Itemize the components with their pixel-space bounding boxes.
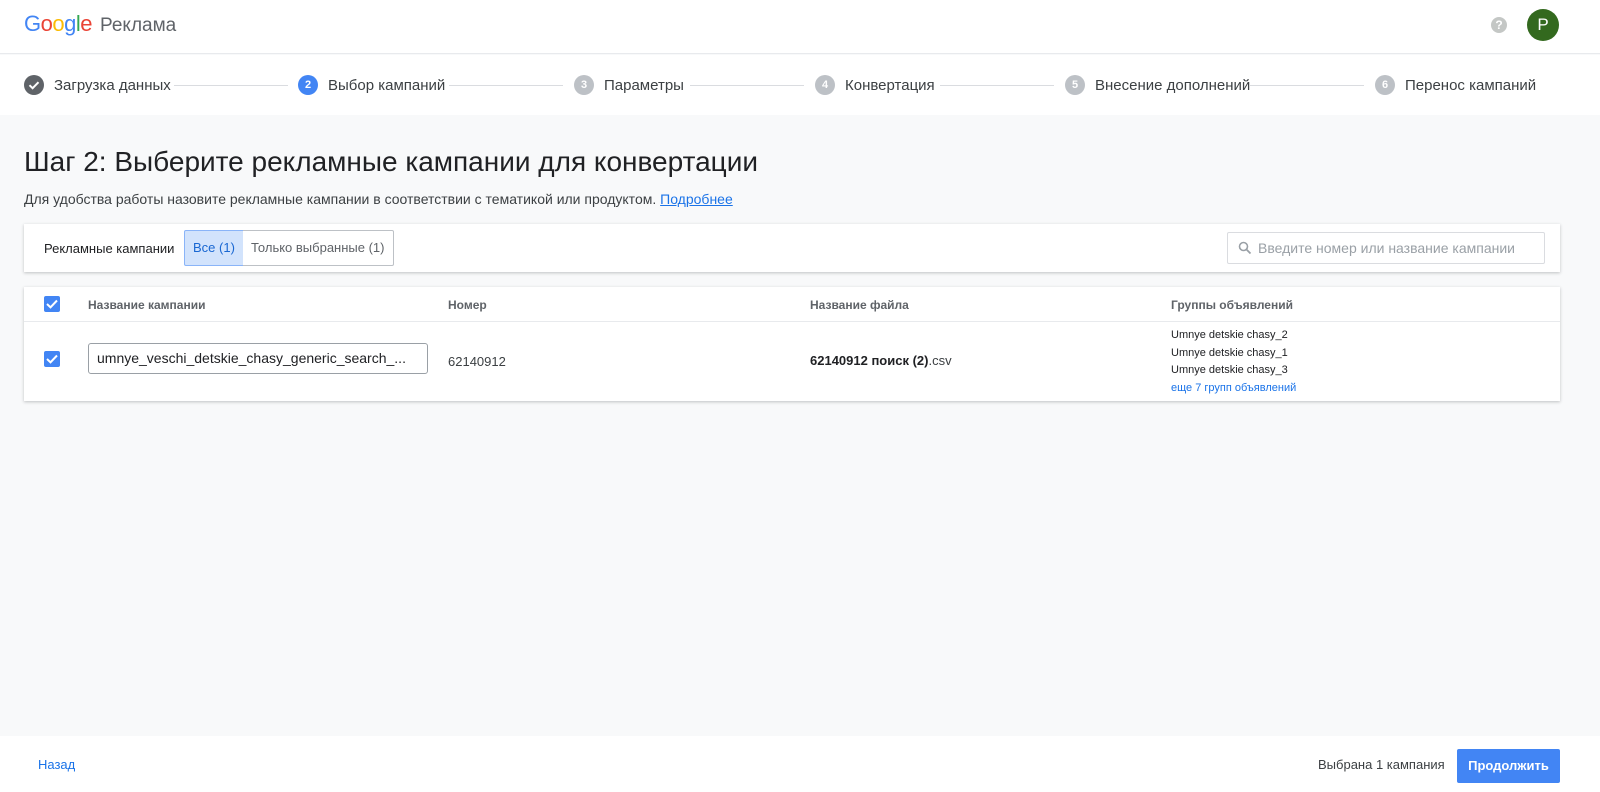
step-label: Выбор кампаний — [328, 76, 446, 94]
column-header-file[interactable]: Название файла — [810, 298, 909, 312]
check-icon — [24, 75, 44, 95]
step-label: Внесение дополнений — [1095, 76, 1251, 94]
step-parameters: 3 Параметры — [574, 75, 684, 95]
step-number: 5 — [1065, 75, 1085, 95]
help-icon[interactable]: ? — [1491, 17, 1507, 33]
google-wordmark: Google — [24, 11, 93, 36]
step-upload-data: Загрузка данных — [24, 75, 171, 95]
step-number: 2 — [298, 75, 318, 95]
select-all-checkbox[interactable] — [44, 296, 60, 312]
learn-more-link[interactable]: Подробнее — [660, 191, 733, 207]
step-connector — [449, 85, 563, 86]
header-divider — [24, 321, 1560, 322]
search-icon — [1238, 241, 1252, 255]
progress-stepper: Загрузка данных 2 Выбор кампаний 3 Парам… — [0, 55, 1600, 115]
tab-selected-only[interactable]: Только выбранные (1) — [243, 230, 394, 266]
filter-label: Рекламные кампании — [44, 241, 175, 256]
footer-bar: Назад Выбрана 1 кампания Продолжить — [0, 736, 1600, 792]
step-transfer: 6 Перенос кампаний — [1375, 75, 1536, 95]
row-checkbox[interactable] — [44, 351, 60, 367]
search-input[interactable] — [1258, 240, 1538, 256]
column-header-ad-groups[interactable]: Группы объявлений — [1171, 298, 1293, 312]
file-name-base: 62140912 поиск (2) — [810, 353, 929, 368]
campaign-number: 62140912 — [448, 354, 506, 369]
file-name: 62140912 поиск (2).csv — [810, 353, 952, 368]
step-number: 3 — [574, 75, 594, 95]
page-title: Шаг 2: Выберите рекламные кампании для к… — [24, 146, 758, 177]
campaign-name-field[interactable]: umnye_veschi_detskie_chasy_generic_searc… — [88, 343, 428, 374]
column-header-name[interactable]: Название кампании — [88, 298, 205, 312]
campaign-filter-bar: Рекламные кампании Все (1) Только выбран… — [24, 224, 1560, 272]
step-label: Параметры — [604, 76, 684, 94]
file-extension: .csv — [928, 353, 952, 368]
product-name: Реклама — [100, 15, 177, 36]
step-label: Загрузка данных — [54, 76, 171, 94]
more-ad-groups-link[interactable]: еще 7 групп объявлений — [1171, 382, 1296, 394]
step-number: 6 — [1375, 75, 1395, 95]
page-description: Для удобства работы назовите рекламные к… — [24, 191, 733, 207]
ad-group-item: Umnye detskie chasy_2 — [1171, 329, 1288, 341]
campaign-table: Название кампании Номер Название файла Г… — [24, 287, 1560, 401]
tab-all[interactable]: Все (1) — [184, 230, 244, 266]
step-additions: 5 Внесение дополнений — [1065, 75, 1250, 95]
step-select-campaigns: 2 Выбор кампаний — [298, 75, 445, 95]
step-conversion: 4 Конвертация — [815, 75, 935, 95]
step-label: Конвертация — [845, 76, 935, 94]
step-number: 4 — [815, 75, 835, 95]
google-ads-logo[interactable]: Google Реклама — [24, 11, 176, 37]
continue-button[interactable]: Продолжить — [1457, 749, 1560, 783]
step-label: Перенос кампаний — [1405, 76, 1537, 94]
ad-group-item: Umnye detskie chasy_3 — [1171, 364, 1288, 376]
back-button[interactable]: Назад — [38, 757, 75, 772]
step-connector — [1250, 85, 1364, 86]
top-bar: Google Реклама ? P — [0, 0, 1600, 54]
step-connector — [174, 85, 288, 86]
step-connector — [690, 85, 804, 86]
description-text: Для удобства работы назовите рекламные к… — [24, 191, 657, 207]
column-header-number[interactable]: Номер — [448, 298, 487, 312]
step-connector — [940, 85, 1054, 86]
campaign-search[interactable] — [1227, 232, 1545, 264]
ad-group-item: Umnye detskie chasy_1 — [1171, 347, 1288, 359]
avatar[interactable]: P — [1527, 9, 1559, 41]
selected-count: Выбрана 1 кампания — [1318, 757, 1445, 772]
